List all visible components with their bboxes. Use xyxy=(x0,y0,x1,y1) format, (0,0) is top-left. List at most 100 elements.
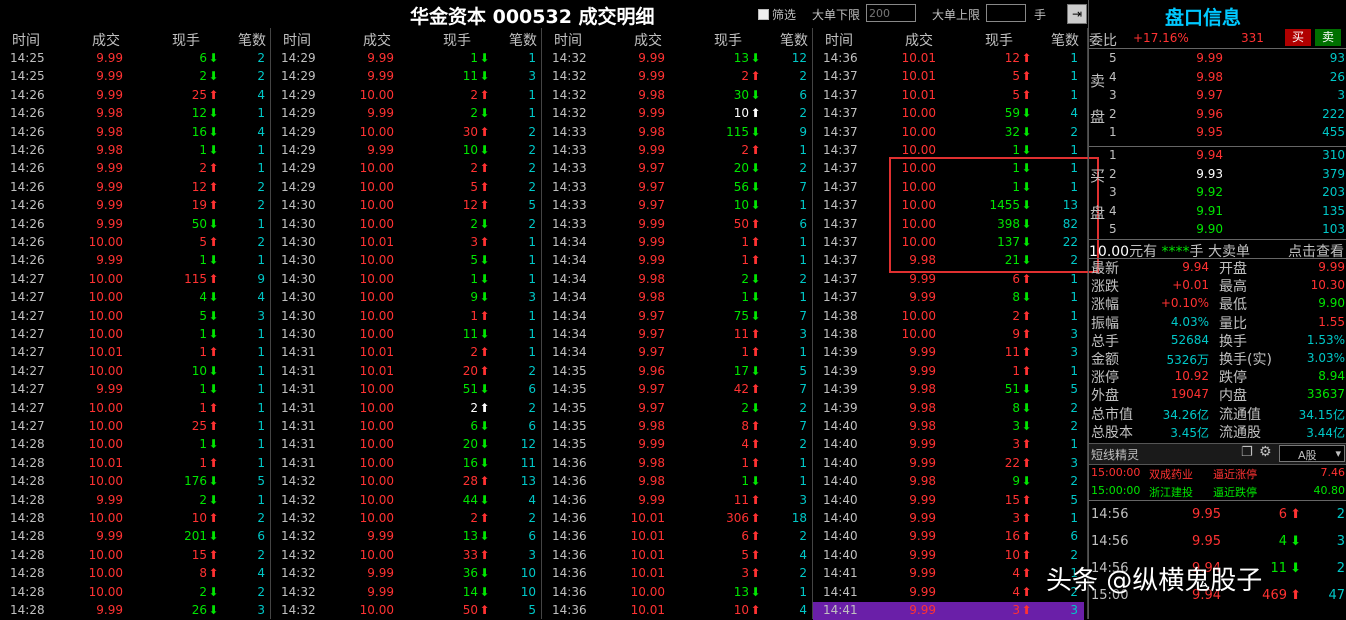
buy-button[interactable]: 买 xyxy=(1285,29,1311,46)
trade-volume: 2 xyxy=(470,161,478,176)
trade-row: 14:36 10.01 3 ⬆ 2 xyxy=(542,565,813,583)
trade-price: 9.98 xyxy=(909,400,936,415)
arrow-up-icon: ⬆ xyxy=(1021,363,1032,378)
min-volume-input[interactable] xyxy=(866,4,916,22)
trade-price: 10.00 xyxy=(359,437,394,452)
arrow-down-icon: ⬇ xyxy=(208,474,219,489)
trade-count: 2 xyxy=(257,198,265,213)
market-select[interactable]: A股 ▾ xyxy=(1279,445,1345,462)
expand-icon[interactable]: ❐ xyxy=(1241,445,1253,460)
short-term-item[interactable]: 15:00:00 浙江建投 逼近跌停 40.80 xyxy=(1089,482,1346,500)
quote-row: 总股本 3.45亿 流通股 3.44亿 xyxy=(1089,422,1346,441)
arrow-down-icon: ⬇ xyxy=(1021,106,1032,121)
arrow-up-icon: ⬆ xyxy=(208,235,219,249)
trade-time: 14:37 xyxy=(823,87,858,102)
trade-price: 9.98 xyxy=(638,124,665,139)
trade-time: 14:37 xyxy=(823,235,858,249)
trade-volume: 1 xyxy=(199,345,207,360)
bids-level: 5 xyxy=(1109,222,1117,237)
short-term-item[interactable]: 15:00:00 双成药业 逼近涨停 7.46 xyxy=(1089,464,1346,482)
arrow-up-icon: ⬆ xyxy=(750,529,761,544)
trade-time: 14:36 xyxy=(552,584,587,599)
exit-arrow-icon[interactable]: ⇥ xyxy=(1067,4,1087,24)
max-volume-input[interactable] xyxy=(986,4,1026,22)
arrow-up-icon: ⬆ xyxy=(750,437,761,452)
trade-price: 9.99 xyxy=(96,51,123,65)
trade-price: 9.99 xyxy=(909,492,936,507)
trade-time: 14:28 xyxy=(10,492,45,507)
asks-quantity: 3 xyxy=(1337,88,1345,103)
trade-volume: 51 xyxy=(462,382,478,397)
trade-time: 14:26 xyxy=(10,179,45,194)
filter-checkbox[interactable]: 筛选 xyxy=(758,6,796,23)
trade-volume: 11 xyxy=(733,327,749,341)
trade-row: 14:27 9.99 1 ⬇ 1 xyxy=(0,381,271,399)
quote-label: 外盘 xyxy=(1091,388,1119,405)
trade-time: 14:28 xyxy=(10,511,45,525)
column-header-price: 成交 xyxy=(634,33,662,49)
trade-volume: 1 xyxy=(199,437,207,452)
trade-volume: 36 xyxy=(462,566,478,581)
asks-row: 2 9.96 222 xyxy=(1089,105,1346,124)
bids-quantity: 310 xyxy=(1322,148,1345,162)
trade-price: 9.99 xyxy=(909,290,936,305)
sell-button[interactable]: 卖 xyxy=(1315,29,1341,46)
trade-count: 6 xyxy=(528,419,536,433)
trade-time: 14:26 xyxy=(10,106,45,121)
trade-time: 14:28 xyxy=(10,566,45,581)
bids-quantity: 103 xyxy=(1322,222,1345,237)
trade-price: 10.00 xyxy=(359,198,394,213)
trade-count: 4 xyxy=(257,290,265,305)
trade-volume: 1 xyxy=(199,400,207,415)
trade-volume: 1 xyxy=(199,455,207,470)
trade-count: 1 xyxy=(1070,437,1078,452)
trade-count: 1 xyxy=(257,455,265,470)
trade-count: 1 xyxy=(257,161,265,176)
arrow-up-icon: ⬆ xyxy=(1021,308,1032,323)
trade-time: 14:27 xyxy=(10,327,45,341)
arrow-up-icon: ⬆ xyxy=(208,271,219,286)
short-term-event: 逼近跌停 xyxy=(1213,486,1257,499)
trade-volume: 3 xyxy=(1012,603,1020,617)
trade-count: 2 xyxy=(799,69,807,84)
column-header-time: 时间 xyxy=(12,33,40,49)
trade-column: 时间 成交 现手 笔数 14:32 9.99 13 ⬇ 12 14:32 9.99 2 ⬆ 2 14:32 9… xyxy=(542,28,813,619)
trade-time: 14:36 xyxy=(552,566,587,581)
quote-value: 5326万 xyxy=(1166,353,1209,367)
trade-row: 14:33 9.98 115 ⬇ 9 xyxy=(542,124,813,142)
arrow-up-icon: ⬆ xyxy=(479,603,490,617)
trade-row: 14:26 9.98 1 ⬇ 1 xyxy=(0,142,271,160)
trade-volume: 16 xyxy=(462,455,478,470)
trade-time: 14:27 xyxy=(10,382,45,397)
trade-volume: 11 xyxy=(462,327,478,341)
trade-count: 2 xyxy=(257,235,265,249)
trade-count: 7 xyxy=(799,179,807,194)
trade-row: 14:34 9.97 1 ⬆ 1 xyxy=(542,344,813,362)
arrow-up-icon: ⬆ xyxy=(1021,87,1032,102)
trade-count: 18 xyxy=(791,511,807,525)
arrow-up-icon: ⬆ xyxy=(479,400,490,415)
trade-time: 14:26 xyxy=(10,143,45,157)
gear-icon[interactable]: ⚙ xyxy=(1259,444,1272,460)
checkbox-icon[interactable] xyxy=(758,9,769,20)
trade-price: 9.99 xyxy=(909,603,936,617)
trade-count: 1 xyxy=(1070,363,1078,378)
arrow-down-icon: ⬇ xyxy=(479,51,490,65)
trade-count: 6 xyxy=(799,216,807,231)
trade-time: 14:28 xyxy=(10,455,45,470)
trade-row: 14:33 9.97 10 ⬇ 1 xyxy=(542,197,813,215)
trade-price: 9.98 xyxy=(638,271,665,286)
arrow-down-icon: ⬇ xyxy=(208,124,219,139)
chevron-down-icon: ▾ xyxy=(1335,447,1341,460)
asks-row: 4 9.98 26 xyxy=(1089,68,1346,87)
trade-price: 9.99 xyxy=(909,547,936,562)
trade-row: 14:28 10.00 176 ⬇ 5 xyxy=(0,473,271,491)
trade-row: 14:29 10.00 2 ⬆ 1 xyxy=(271,87,542,105)
trade-count: 6 xyxy=(1070,529,1078,544)
trade-count: 1 xyxy=(799,198,807,213)
trade-time: 14:26 xyxy=(10,87,45,102)
trade-price: 9.97 xyxy=(638,400,665,415)
trade-volume: 10 xyxy=(733,603,749,617)
trade-volume: 25 xyxy=(191,87,207,102)
trade-price: 9.99 xyxy=(909,363,936,378)
